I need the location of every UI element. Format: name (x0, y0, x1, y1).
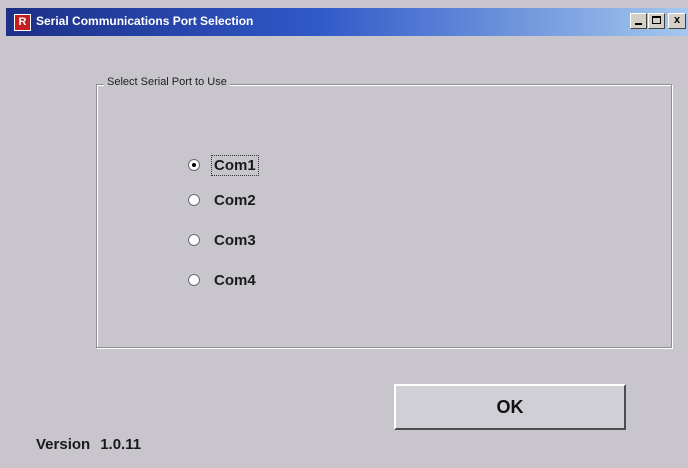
minimize-button[interactable] (630, 13, 647, 29)
dialog-window: R Serial Communications Port Selection x… (0, 0, 688, 468)
radio-option-com2[interactable]: Com2 (188, 189, 258, 211)
ok-button[interactable]: OK (394, 384, 626, 430)
radio-label: Com4 (214, 271, 256, 289)
radio-label: Com1 (211, 154, 259, 176)
version-info: Version 1.0.11 (36, 436, 141, 453)
version-value: 1.0.11 (100, 436, 142, 453)
radio-button[interactable] (188, 194, 200, 206)
window-title: Serial Communications Port Selection (36, 14, 254, 28)
serial-port-groupbox (96, 84, 672, 348)
radio-option-com3[interactable]: Com3 (188, 229, 258, 251)
version-label: Version (36, 436, 91, 453)
radio-label: Com2 (214, 191, 256, 209)
radio-button-selected[interactable] (188, 159, 200, 171)
title-bar[interactable]: R Serial Communications Port Selection x (6, 8, 688, 36)
group-label: Select Serial Port to Use (104, 76, 230, 88)
radio-option-com4[interactable]: Com4 (188, 269, 258, 291)
app-icon: R (14, 14, 31, 31)
close-button[interactable]: x (668, 13, 686, 29)
maximize-button[interactable] (648, 13, 665, 29)
radio-button[interactable] (188, 234, 200, 246)
radio-label: Com3 (214, 231, 256, 249)
radio-button[interactable] (188, 274, 200, 286)
radio-option-com1[interactable]: Com1 (188, 154, 259, 176)
